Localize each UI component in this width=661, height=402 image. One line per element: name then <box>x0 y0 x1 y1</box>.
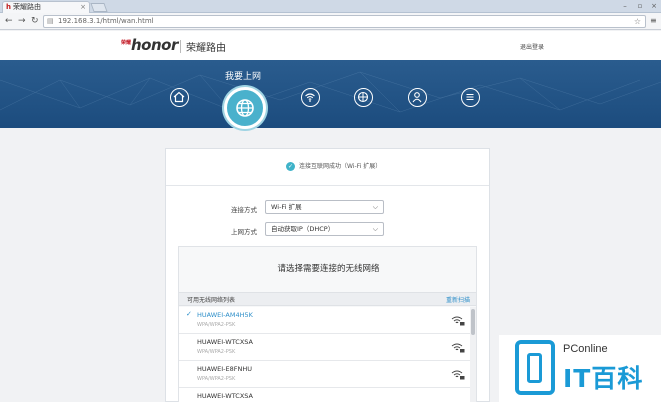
connect-mode-value: Wi-Fi 扩展 <box>271 203 302 211</box>
browser-menu-icon[interactable]: ≡ <box>650 16 657 25</box>
browser-tab[interactable]: h 荣耀路由 × <box>2 1 90 13</box>
internet-mode-value: 自动获取IP（DHCP） <box>271 225 335 233</box>
reload-icon[interactable]: ↻ <box>31 15 39 27</box>
rescan-link[interactable]: 重新扫描 <box>446 295 470 304</box>
network-prompt: 请选择需要连接的无线网络 <box>277 264 380 274</box>
logout-link[interactable]: 退出登录 <box>520 42 544 51</box>
honor-logo: honor <box>131 36 178 54</box>
forward-icon[interactable]: → <box>18 15 26 27</box>
chevron-down-icon: ⌵ <box>372 225 378 233</box>
pconline-logo-icon <box>515 340 555 395</box>
home-icon[interactable] <box>170 88 189 107</box>
network-list-item[interactable]: ✓ HUAWEI-AM4H5K WPA/WPA2-PSK <box>179 307 470 334</box>
network-ssid: HUAWEI-AM4H5K <box>197 311 253 319</box>
new-tab-button[interactable] <box>90 3 108 12</box>
tab-title: 荣耀路由 <box>12 3 41 11</box>
internet-globe-icon[interactable] <box>224 87 266 129</box>
network-ssid: HUAWEI-WTCXSA <box>197 338 253 346</box>
wan-settings-panel: ✓ 连接互联网成功（Wi-Fi 扩展） 连接方式 Wi-Fi 扩展 ⌵ 上网方式 … <box>165 148 490 402</box>
check-icon: ✓ <box>286 162 295 171</box>
network-settings-icon[interactable] <box>354 88 373 107</box>
connect-mode-label: 连接方式 <box>231 206 257 214</box>
network-security: WPA/WPA2-PSK <box>197 322 236 328</box>
network-security: WPA/WPA2-PSK <box>197 376 236 382</box>
pconline-watermark: PConline IT百科 <box>499 335 661 402</box>
wifi-lock-signal-icon <box>451 370 465 380</box>
watermark-brand: PConline <box>563 343 608 355</box>
network-list-title: 可用无线网络列表 <box>187 297 236 304</box>
network-list-item[interactable]: HUAWEI-WTCXSA <box>179 388 470 402</box>
bookmark-star-icon[interactable]: ☆ <box>634 16 641 27</box>
url-text: 192.168.3.1/html/wan.html <box>58 17 154 25</box>
divider <box>166 185 489 186</box>
network-security: WPA/WPA2-PSK <box>197 349 236 355</box>
browser-toolbar: ← → ↻ ▤ 192.168.3.1/html/wan.html ☆ ≡ <box>0 13 661 30</box>
brand-title: 荣耀路由 <box>186 43 226 54</box>
page-icon: ▤ <box>47 17 54 25</box>
honor-favicon-icon: h <box>6 3 11 11</box>
close-window-icon[interactable]: × <box>647 0 661 12</box>
network-list-item[interactable]: HUAWEI-WTCXSA WPA/WPA2-PSK <box>179 334 470 361</box>
logo-small-text: 荣耀 <box>121 40 132 46</box>
router-header: 荣耀 honor 荣耀路由 退出登录 <box>0 31 661 60</box>
network-list-item[interactable]: HUAWEI-E8FNHU WPA/WPA2-PSK <box>179 361 470 388</box>
nav-banner: 我要上网 <box>0 60 661 128</box>
back-icon[interactable]: ← <box>5 15 13 27</box>
address-bar[interactable]: ▤ 192.168.3.1/html/wan.html ☆ <box>43 15 646 28</box>
scrollbar-thumb[interactable] <box>471 309 475 335</box>
internet-mode-select[interactable]: 自动获取IP（DHCP） ⌵ <box>265 222 384 236</box>
internet-mode-label: 上网方式 <box>231 228 257 236</box>
logo-divider <box>180 40 181 53</box>
connection-status: ✓ 连接互联网成功（Wi-Fi 扩展） <box>286 161 381 171</box>
network-ssid: HUAWEI-E8FNHU <box>197 365 253 373</box>
chevron-down-icon: ⌵ <box>372 203 378 211</box>
network-ssid: HUAWEI-WTCXSA <box>197 392 253 400</box>
connect-mode-select[interactable]: Wi-Fi 扩展 ⌵ <box>265 200 384 214</box>
selected-check-icon: ✓ <box>186 310 192 318</box>
wifi-lock-signal-icon <box>451 316 465 326</box>
wireless-network-box: 请选择需要连接的无线网络 可用无线网络列表 重新扫描 ✓ HUAWEI-AM4H… <box>178 246 477 402</box>
minimize-icon[interactable]: – <box>618 0 632 12</box>
maximize-icon[interactable]: ▫ <box>633 0 647 12</box>
wifi-lock-signal-icon <box>451 343 465 353</box>
network-list-header: 可用无线网络列表 重新扫描 <box>179 292 476 306</box>
browser-tab-strip: h 荣耀路由 × – ▫ × <box>0 0 661 13</box>
menu-icon[interactable] <box>461 88 480 107</box>
network-background-pattern <box>0 71 661 113</box>
watermark-text: IT百科 <box>563 364 644 393</box>
network-list-scrollbar[interactable] <box>470 307 476 402</box>
banner-title: 我要上网 <box>225 72 262 82</box>
status-text: 连接互联网成功（Wi-Fi 扩展） <box>299 163 382 170</box>
close-tab-icon[interactable]: × <box>80 2 86 13</box>
user-icon[interactable] <box>408 88 427 107</box>
wifi-icon[interactable] <box>301 88 320 107</box>
